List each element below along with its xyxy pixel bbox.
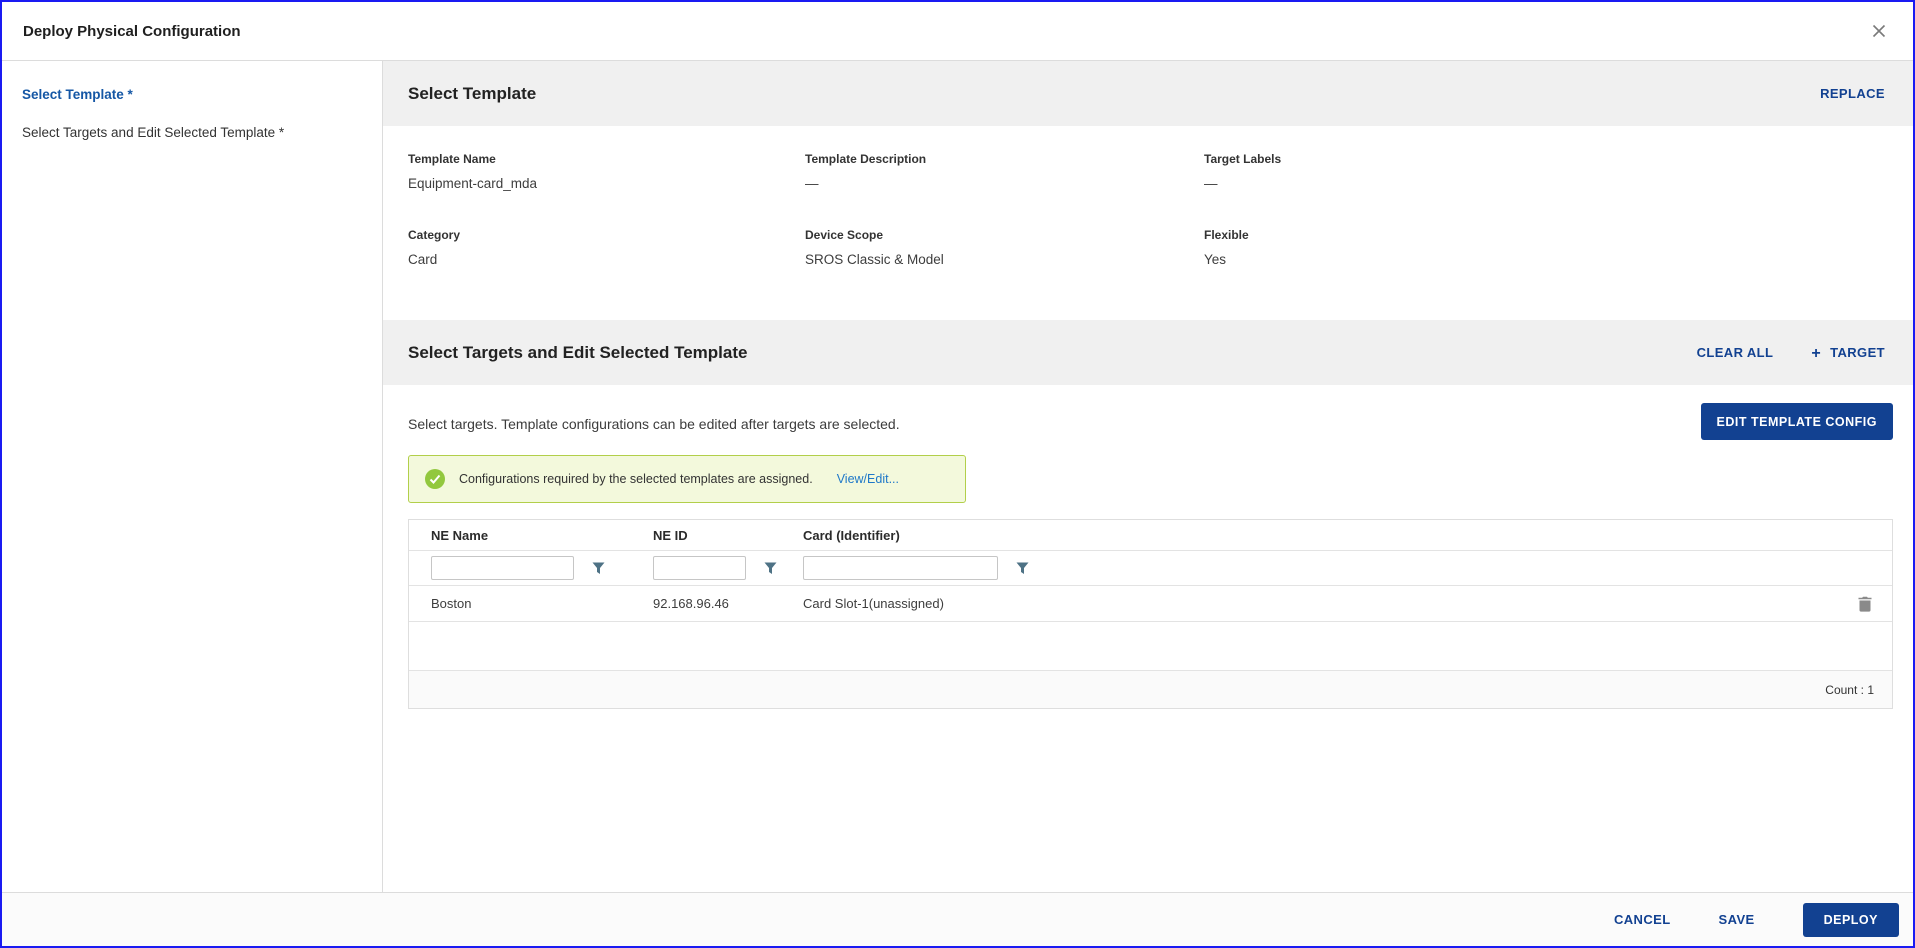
plus-icon: + xyxy=(1811,345,1821,362)
filter-funnel-icon[interactable] xyxy=(1016,562,1029,575)
stepper-item-select-targets[interactable]: Select Targets and Edit Selected Templat… xyxy=(22,124,362,141)
select-template-section-header: Select Template REPLACE xyxy=(383,61,1913,126)
template-description-value: — xyxy=(805,176,1204,191)
target-labels-value: — xyxy=(1204,176,1888,191)
stepper-item-select-template[interactable]: Select Template * xyxy=(22,86,362,103)
filter-funnel-icon[interactable] xyxy=(764,562,777,575)
select-targets-section-header: Select Targets and Edit Selected Templat… xyxy=(383,320,1913,385)
deploy-physical-configuration-dialog: Deploy Physical Configuration Select Tem… xyxy=(0,0,1915,948)
trash-icon[interactable] xyxy=(1858,596,1872,612)
category-label: Category xyxy=(408,228,805,242)
targets-table: NE Name NE ID Card (Identifier) xyxy=(408,519,1893,709)
flexible-field: Flexible Yes xyxy=(1204,228,1888,320)
device-scope-label: Device Scope xyxy=(805,228,1204,242)
replace-button[interactable]: REPLACE xyxy=(1820,86,1885,101)
device-scope-field: Device Scope SROS Classic & Model xyxy=(805,228,1204,320)
table-filter-row xyxy=(409,551,1892,586)
select-targets-section-title: Select Targets and Edit Selected Templat… xyxy=(408,343,747,363)
category-field: Category Card xyxy=(408,228,805,320)
table-footer: Count : 1 xyxy=(409,670,1892,708)
banner-message: Configurations required by the selected … xyxy=(459,472,813,486)
config-status-banner: Configurations required by the selected … xyxy=(408,455,966,503)
dialog-title: Deploy Physical Configuration xyxy=(23,23,241,40)
table-header-row: NE Name NE ID Card (Identifier) xyxy=(409,520,1892,551)
column-header-ne-name: NE Name xyxy=(409,528,631,543)
select-targets-body: Select targets. Template configurations … xyxy=(383,385,1913,709)
content-panel: Select Template REPLACE Template Name Eq… xyxy=(383,61,1913,892)
success-check-icon xyxy=(425,469,445,489)
select-template-section-title: Select Template xyxy=(408,84,536,104)
view-edit-link[interactable]: View/Edit... xyxy=(837,472,899,486)
ne-name-filter-input[interactable] xyxy=(431,556,574,580)
flexible-value: Yes xyxy=(1204,252,1888,267)
save-button[interactable]: SAVE xyxy=(1719,912,1755,927)
cell-card-identifier: Card Slot-1(unassigned) xyxy=(781,596,1111,611)
add-target-button[interactable]: + TARGET xyxy=(1811,344,1885,362)
ne-id-filter-input[interactable] xyxy=(653,556,746,580)
flexible-label: Flexible xyxy=(1204,228,1888,242)
template-description-label: Template Description xyxy=(805,152,1204,166)
column-header-ne-id: NE ID xyxy=(631,528,781,543)
device-scope-value: SROS Classic & Model xyxy=(805,252,1204,267)
dialog-footer-bar: CANCEL SAVE DEPLOY xyxy=(2,892,1913,946)
close-icon[interactable] xyxy=(1872,24,1886,38)
category-value: Card xyxy=(408,252,805,267)
deploy-button[interactable]: DEPLOY xyxy=(1803,903,1899,937)
template-summary-fields: Template Name Equipment-card_mda Templat… xyxy=(383,126,1913,320)
targets-intro-text: Select targets. Template configurations … xyxy=(408,416,900,432)
dialog-title-bar: Deploy Physical Configuration xyxy=(2,2,1913,61)
table-row[interactable]: Boston 92.168.96.46 Card Slot-1(unassign… xyxy=(409,586,1892,622)
target-labels-label: Target Labels xyxy=(1204,152,1888,166)
clear-all-button[interactable]: CLEAR ALL xyxy=(1697,345,1774,360)
cell-ne-id: 92.168.96.46 xyxy=(631,596,781,611)
template-name-value: Equipment-card_mda xyxy=(408,176,805,191)
cancel-button[interactable]: CANCEL xyxy=(1614,912,1671,927)
column-header-card-identifier: Card (Identifier) xyxy=(781,528,1111,543)
template-name-field: Template Name Equipment-card_mda xyxy=(408,152,805,228)
edit-template-config-button[interactable]: EDIT TEMPLATE CONFIG xyxy=(1701,403,1893,440)
add-target-label: TARGET xyxy=(1830,345,1885,360)
card-identifier-filter-input[interactable] xyxy=(803,556,998,580)
template-name-label: Template Name xyxy=(408,152,805,166)
row-count: Count : 1 xyxy=(1825,683,1874,697)
cell-ne-name: Boston xyxy=(409,596,631,611)
dialog-body: Select Template * Select Targets and Edi… xyxy=(2,61,1913,892)
step-list: Select Template * Select Targets and Edi… xyxy=(2,61,383,892)
filter-funnel-icon[interactable] xyxy=(592,562,605,575)
template-description-field: Template Description — xyxy=(805,152,1204,228)
target-labels-field: Target Labels — xyxy=(1204,152,1888,228)
